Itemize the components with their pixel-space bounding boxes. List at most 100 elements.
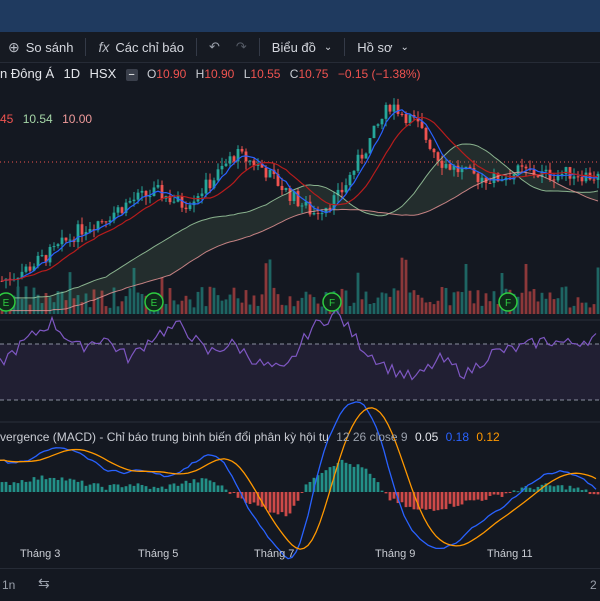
macd-histogram-bar — [452, 492, 456, 507]
volume-bar — [224, 299, 228, 314]
candle-body — [100, 221, 104, 223]
volume-bar — [164, 303, 168, 314]
candle-body — [228, 156, 232, 164]
volume-bar — [28, 304, 32, 314]
x-tick: Tháng 7 — [254, 548, 295, 560]
collapse-icon[interactable]: − — [125, 69, 138, 81]
signal-line — [0, 407, 597, 550]
volume-bar — [352, 302, 356, 314]
profile-menu[interactable]: Hồ sơ ⌄ — [349, 32, 417, 62]
divider — [344, 38, 346, 56]
candle-body — [340, 189, 344, 193]
macd-histogram-bar — [192, 479, 196, 492]
volume-bar — [348, 305, 352, 314]
volume-bar — [396, 290, 400, 314]
candle-body — [328, 207, 332, 209]
candle-body — [436, 152, 440, 161]
range-label[interactable]: 1n — [2, 578, 15, 592]
macd-histogram-bar — [140, 484, 144, 492]
macd-histogram-bar — [232, 492, 236, 493]
candle-body — [116, 207, 120, 213]
candle-body — [348, 174, 352, 186]
candle-body — [408, 115, 412, 124]
macd-histogram-bar — [16, 483, 20, 492]
volume-bar — [388, 296, 392, 314]
volume-bar — [216, 295, 220, 314]
macd-histogram-bar — [548, 485, 552, 492]
volume-bar — [584, 302, 588, 314]
macd-histogram-bar — [368, 473, 372, 492]
candle-body — [444, 164, 448, 168]
interval[interactable]: 1D — [64, 66, 81, 81]
candle-body — [136, 192, 140, 200]
volume-bar — [468, 290, 472, 314]
macd-histogram-bar — [424, 492, 428, 510]
candle-body — [392, 104, 396, 112]
open-value: 10.90 — [156, 67, 187, 81]
volume-bar — [372, 303, 376, 314]
candle-body — [356, 154, 360, 171]
divider — [195, 38, 197, 56]
volume-bar — [432, 304, 436, 314]
candle-body — [80, 224, 84, 235]
macd-histogram-bar — [552, 486, 556, 492]
macd-histogram-bar — [44, 479, 48, 492]
chart-type-menu[interactable]: Biểu đồ ⌄ — [264, 32, 340, 62]
volume-bar — [476, 290, 480, 314]
macd-histogram-bar — [252, 492, 256, 503]
redo-button[interactable]: ↷ — [228, 32, 255, 62]
macd-histogram-bar — [516, 491, 520, 493]
candle-body — [380, 118, 384, 125]
volume-bar — [280, 304, 284, 314]
macd-histogram-bar — [392, 492, 396, 499]
candle-body — [552, 179, 556, 181]
candle-body — [316, 213, 320, 215]
macd-histogram-bar — [356, 464, 360, 492]
candle-body — [52, 246, 56, 248]
macd-histogram-bar — [40, 475, 44, 492]
macd-histogram-bar — [480, 492, 484, 501]
volume-bar — [560, 287, 564, 314]
chart-canvas[interactable]: EEFF — [0, 62, 600, 568]
volume-bar — [128, 288, 132, 314]
macd-histogram-bar — [556, 485, 560, 492]
volume-bar — [76, 295, 80, 314]
volume-bar — [380, 292, 384, 314]
macd-histogram-bar — [276, 492, 280, 515]
volume-bar — [472, 303, 476, 314]
symbol-name[interactable]: n Đông Á — [0, 66, 54, 81]
ichimoku-value-1: 45 — [0, 112, 14, 126]
macd-histogram-bar — [420, 492, 424, 509]
candle-body — [300, 205, 304, 207]
candle-body — [524, 166, 528, 169]
macd-histogram-bar — [52, 477, 56, 492]
volume-bar — [548, 292, 552, 314]
macd-title: vergence (MACD) - Chỉ báo trung bình biế… — [0, 430, 329, 444]
event-marker-label: E — [151, 298, 158, 309]
macd-histogram-bar — [64, 480, 68, 492]
volume-bar — [32, 287, 36, 314]
compare-button[interactable]: ⊕ So sánh — [0, 32, 81, 62]
macd-histogram-bar — [28, 481, 32, 492]
macd-histogram-bar — [160, 486, 164, 492]
macd-histogram-bar — [592, 492, 596, 495]
macd-histogram-bar — [388, 492, 392, 501]
indicators-button[interactable]: fx Các chỉ báo — [90, 32, 192, 62]
macd-histogram-bar — [304, 484, 308, 492]
volume-bar — [172, 300, 176, 314]
macd-histogram-bar — [280, 492, 284, 513]
candle-body — [64, 237, 68, 241]
candle-body — [148, 196, 152, 198]
macd-histogram-bar — [168, 484, 172, 492]
candle-body — [428, 139, 432, 149]
macd-histogram-bar — [100, 486, 104, 492]
macd-histogram-bar — [56, 479, 60, 492]
undo-button[interactable]: ↶ — [201, 32, 228, 62]
indicators-label: Các chỉ báo — [115, 39, 184, 55]
volume-bar — [92, 289, 96, 314]
calendar-range-icon[interactable]: ⇆ — [38, 575, 50, 592]
macd-histogram-bar — [120, 487, 124, 492]
volume-bar — [568, 307, 572, 314]
macd-histogram-bar — [492, 492, 496, 495]
volume-bar — [448, 305, 452, 314]
